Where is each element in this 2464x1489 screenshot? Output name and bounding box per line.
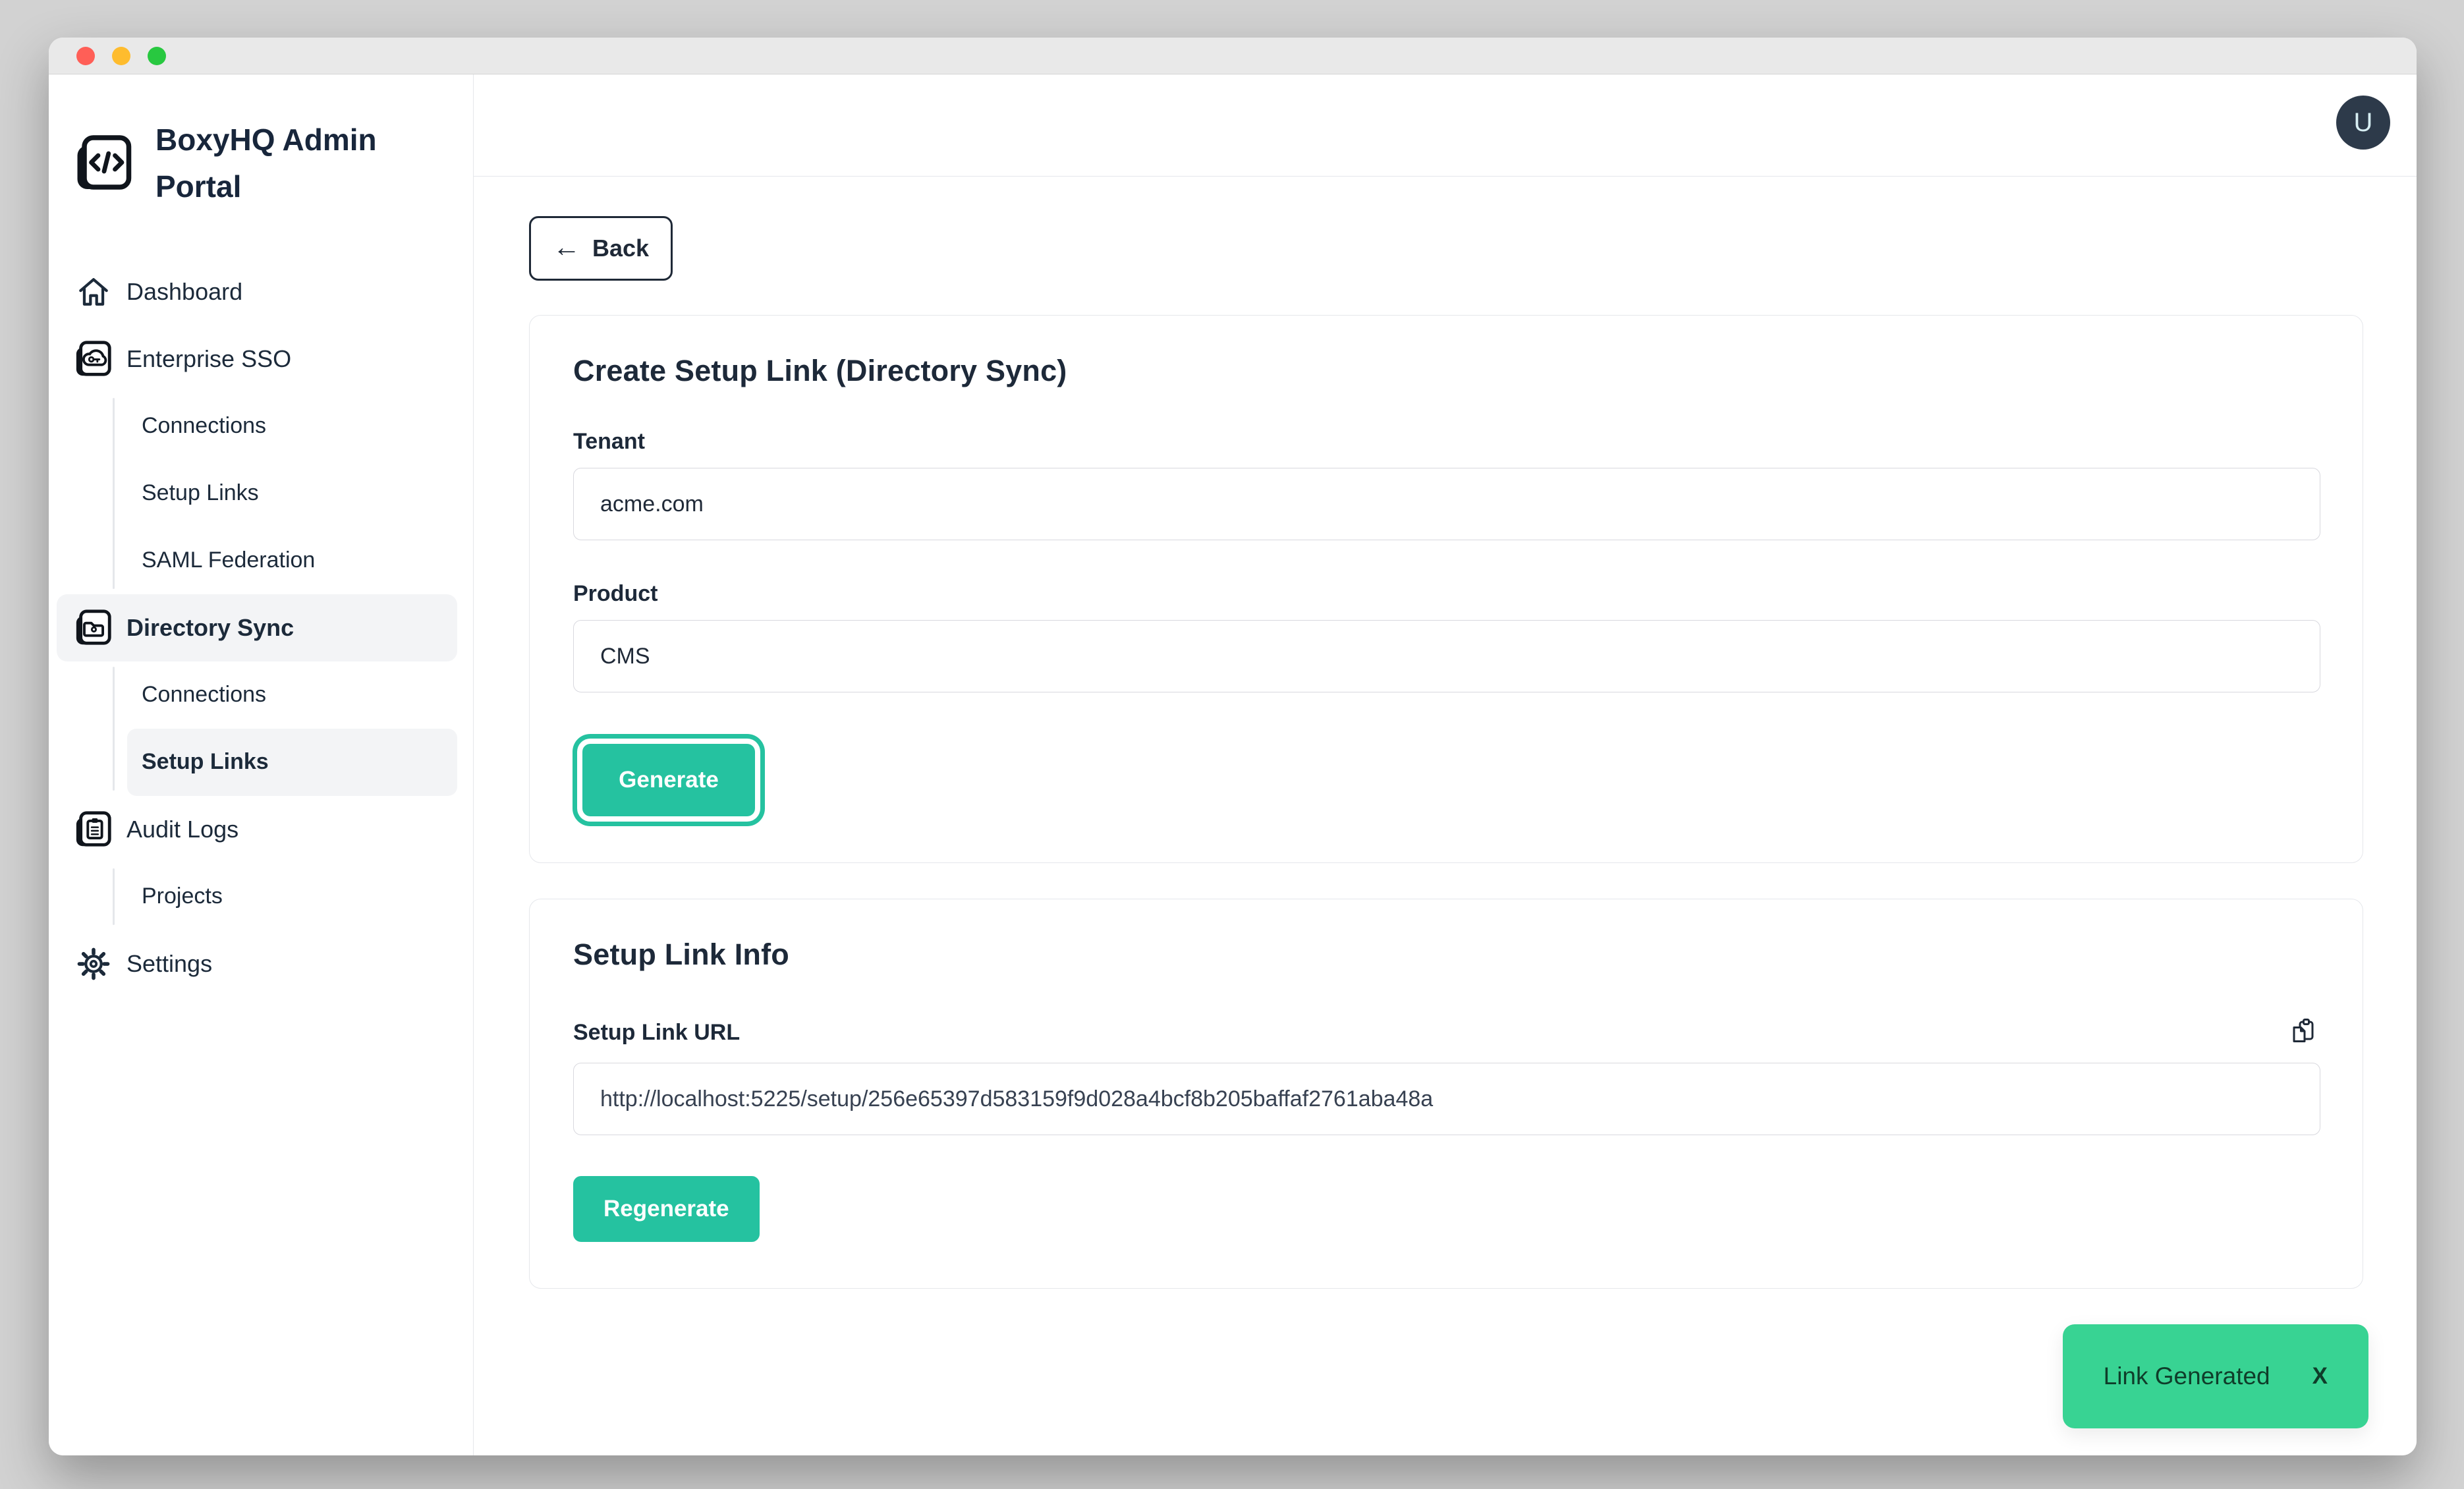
avatar-initial: U <box>2354 108 2373 138</box>
sidebar-subnav-audit-logs: Projects <box>113 863 457 930</box>
boxyhq-logo-icon <box>72 132 136 195</box>
sidebar-item-label: Directory Sync <box>126 614 294 642</box>
sidebar-item-directory-sync[interactable]: Directory Sync <box>57 594 457 661</box>
generate-button[interactable]: Generate <box>582 744 755 816</box>
zoom-window-button[interactable] <box>148 47 166 65</box>
sidebar-item-label: Connections <box>142 682 266 708</box>
setup-link-url-input[interactable] <box>573 1063 2320 1135</box>
toast-link-generated: Link Generated X <box>2063 1324 2368 1428</box>
copy-button[interactable] <box>2286 1015 2320 1050</box>
sidebar-item-projects[interactable]: Projects <box>127 863 457 930</box>
folder-badge-icon <box>72 607 115 649</box>
back-arrow-icon: ← <box>553 233 580 261</box>
avatar[interactable]: U <box>2336 96 2390 150</box>
clipboard-copy-icon <box>2287 1016 2319 1050</box>
sidebar-item-enterprise-sso[interactable]: Enterprise SSO <box>57 325 457 393</box>
sidebar-item-sso-connections[interactable]: Connections <box>127 393 457 460</box>
sidebar-item-label: Settings <box>126 950 212 978</box>
product-label: Product <box>573 581 2320 607</box>
top-header: U <box>474 74 2417 177</box>
brand: BoxyHQ Admin Portal <box>70 117 457 211</box>
regenerate-button[interactable]: Regenerate <box>573 1176 760 1242</box>
sidebar-item-dashboard[interactable]: Dashboard <box>57 258 457 325</box>
back-button-label: Back <box>592 235 649 262</box>
sidebar-item-label: Audit Logs <box>126 816 238 843</box>
sidebar-item-audit-logs[interactable]: Audit Logs <box>57 796 457 863</box>
close-window-button[interactable] <box>76 47 95 65</box>
toast-message: Link Generated <box>2104 1363 2270 1390</box>
sidebar-nav: Dashboard Enterprise SSO <box>70 258 457 997</box>
sidebar-item-dsync-setup-links[interactable]: Setup Links <box>127 729 457 796</box>
toast-close-button[interactable]: X <box>2312 1363 2328 1390</box>
tenant-input[interactable] <box>573 468 2320 540</box>
sidebar-subnav-enterprise-sso: Connections Setup Links SAML Federation <box>113 393 457 594</box>
minimize-window-button[interactable] <box>112 47 130 65</box>
sidebar-item-label: SAML Federation <box>142 548 315 573</box>
page-content: ← Back Create Setup Link (Directory Sync… <box>474 177 2417 1455</box>
sidebar: BoxyHQ Admin Portal Dashboard <box>49 74 474 1455</box>
sidebar-item-label: Projects <box>142 884 223 909</box>
sidebar-item-sso-setup-links[interactable]: Setup Links <box>127 460 457 527</box>
create-card-title: Create Setup Link (Directory Sync) <box>573 354 2320 388</box>
info-card-title: Setup Link Info <box>573 938 2320 972</box>
sidebar-item-label: Setup Links <box>142 480 259 506</box>
sidebar-item-label: Setup Links <box>142 749 269 775</box>
create-setup-link-card: Create Setup Link (Directory Sync) Tenan… <box>529 315 2363 863</box>
brand-title: BoxyHQ Admin Portal <box>155 117 399 211</box>
sidebar-item-label: Connections <box>142 413 266 439</box>
sidebar-item-saml-federation[interactable]: SAML Federation <box>127 527 457 594</box>
setup-link-info-card: Setup Link Info Setup Link URL <box>529 899 2363 1289</box>
clipboard-badge-icon <box>72 808 115 851</box>
product-input[interactable] <box>573 620 2320 692</box>
sso-cloud-badge-icon <box>72 338 115 380</box>
sidebar-item-dsync-connections[interactable]: Connections <box>127 661 457 729</box>
sidebar-item-label: Enterprise SSO <box>126 345 291 373</box>
sidebar-item-settings[interactable]: Settings <box>57 930 457 997</box>
app-window: BoxyHQ Admin Portal Dashboard <box>49 38 2417 1455</box>
sidebar-subnav-directory-sync: Connections Setup Links <box>113 661 457 796</box>
tenant-label: Tenant <box>573 429 2320 455</box>
window-titlebar <box>49 38 2417 74</box>
gear-icon <box>72 943 115 985</box>
back-button[interactable]: ← Back <box>529 216 673 281</box>
home-icon <box>72 271 115 313</box>
sidebar-item-label: Dashboard <box>126 278 242 306</box>
setup-link-url-label: Setup Link URL <box>573 1020 740 1046</box>
main-area: U ← Back Create Setup Link (Directory Sy… <box>474 74 2417 1455</box>
